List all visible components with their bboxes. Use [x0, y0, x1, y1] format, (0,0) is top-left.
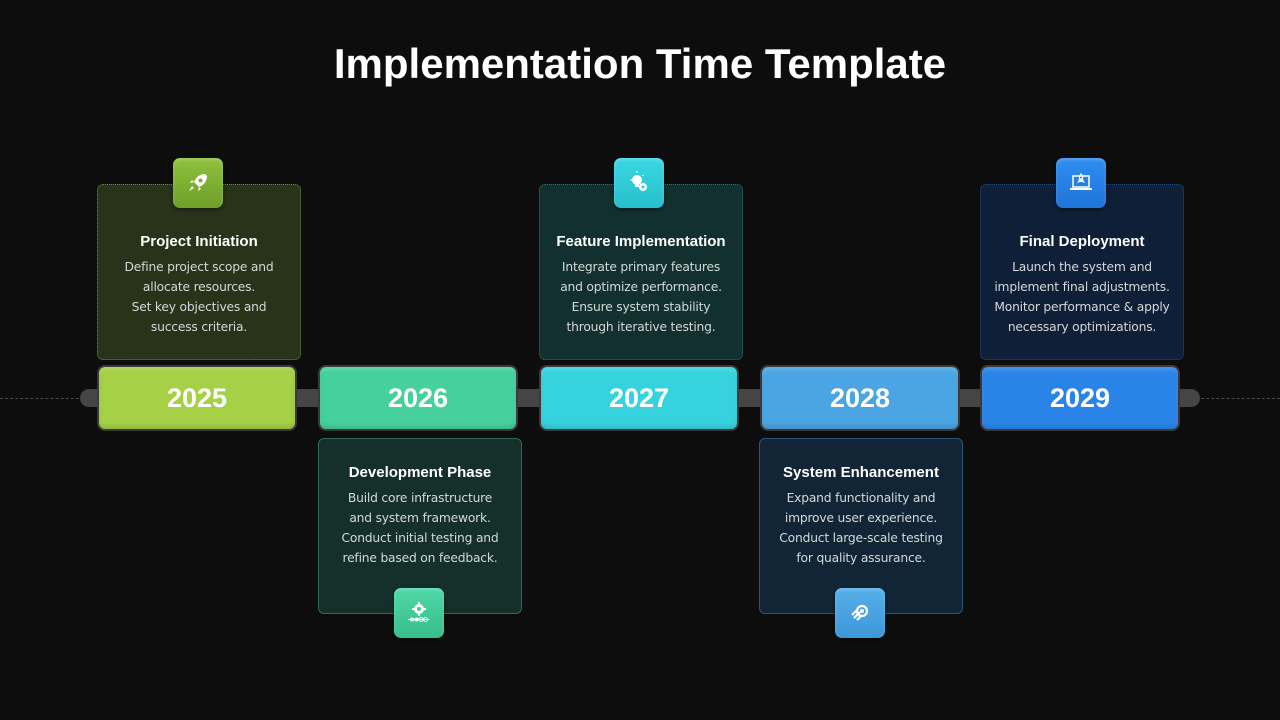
milestone-card-2029: Final Deployment Launch the system and im…	[980, 184, 1184, 360]
milestone-description: Launch the system and implement final adj…	[994, 260, 1170, 334]
timeline-dash-right	[1196, 398, 1280, 399]
timeline-dash-left	[0, 398, 84, 399]
gear-progress-icon	[394, 588, 444, 638]
milestone-heading: Feature Implementation	[556, 233, 726, 250]
milestone-heading: Project Initiation	[140, 233, 258, 250]
year-box-2026: 2026	[318, 365, 518, 431]
milestone-description: Build core infrastructure and system fram…	[341, 491, 499, 565]
year-box-2028: 2028	[760, 365, 960, 431]
laptop-rocket-icon	[1056, 158, 1106, 208]
milestone-card-2027: Feature Implementation Integrate primary…	[539, 184, 743, 360]
gear-rocket-icon	[835, 588, 885, 638]
milestone-card-2025: Project Initiation Define project scope …	[97, 184, 301, 360]
year-box-2027: 2027	[539, 365, 739, 431]
milestone-description: Expand functionality and improve user exp…	[779, 491, 943, 565]
milestone-description: Define project scope and allocate resourc…	[124, 260, 274, 334]
milestone-heading: Development Phase	[348, 464, 492, 481]
year-box-2029: 2029	[980, 365, 1180, 431]
milestone-heading: Final Deployment	[1019, 233, 1145, 250]
year-box-2025: 2025	[97, 365, 297, 431]
rocket-icon	[173, 158, 223, 208]
slide-title: Implementation Time Template	[333, 40, 947, 87]
milestone-description: Integrate primary features and optimize p…	[560, 260, 722, 334]
milestone-heading: System Enhancement	[783, 464, 939, 481]
lightbulb-gear-icon	[614, 158, 664, 208]
